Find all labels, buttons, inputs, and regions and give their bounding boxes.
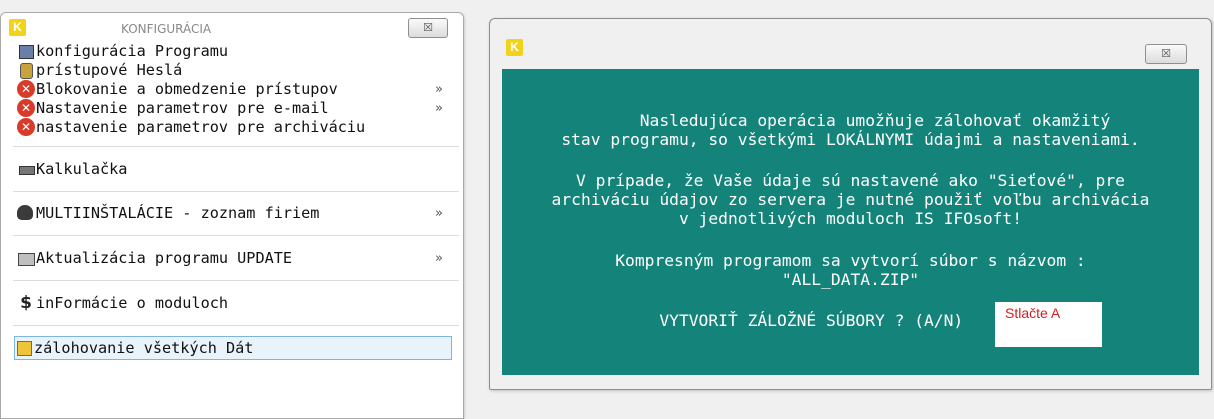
menu-item-label: MULTIINŠTALÁCIE - zoznam firiem	[36, 204, 320, 222]
dollar-icon: $	[20, 293, 32, 313]
menu-item-calculator[interactable]: Kalkulačka	[17, 158, 453, 180]
menu-divider	[13, 191, 459, 192]
key-icon	[17, 61, 35, 79]
hint-note: Stlačte A	[995, 302, 1102, 347]
menu-item-archive-settings[interactable]: ✕ nastavenie parametrov pre archiváciu	[17, 116, 453, 138]
menu-item-update[interactable]: Aktualizácia programu UPDATE »	[17, 247, 453, 269]
message-line: v jednotlivých moduloch IS IFOsoft!	[678, 209, 1023, 228]
backup-confirm-dialog: K ☒ Nasledujúca operácia umožňuje záloho…	[489, 18, 1212, 390]
menu-item-label: prístupové Heslá	[36, 61, 183, 79]
menu-item-module-info[interactable]: $ inFormácie o moduloch	[17, 292, 453, 314]
message-line: V prípade, že Vaše údaje sú nastavené ak…	[576, 171, 1125, 190]
multi-install-icon	[17, 204, 35, 222]
menu-item-label: Kalkulačka	[36, 160, 128, 178]
submenu-arrow-icon: »	[435, 205, 443, 221]
menu-item-label: Nastavenie parametrov pre e-mail	[36, 99, 329, 117]
calculator-icon	[17, 160, 35, 178]
menu-item-label: konfigurácia Programu	[36, 42, 229, 60]
message-line: Kompresným programom sa vytvorí súbor s …	[615, 251, 1086, 270]
menu-item-label: Blokovanie a obmedzenie prístupov	[36, 80, 338, 98]
config-icon	[17, 42, 35, 60]
menu-titlebar[interactable]: K KONFIGURÁCIA ☒	[1, 13, 463, 41]
menu-item-label: Aktualizácia programu UPDATE	[36, 249, 293, 267]
disabled-x-icon: ✕	[17, 118, 35, 136]
menu-divider	[13, 280, 459, 281]
menu-title: KONFIGURÁCIA	[121, 22, 212, 36]
menu-item-label: zálohovanie všetkých Dát	[34, 339, 254, 357]
archive-icon	[15, 339, 33, 357]
menu-divider	[13, 146, 459, 147]
menu-divider	[13, 235, 459, 236]
update-icon	[17, 249, 35, 267]
menu-item-backup-all-data[interactable]: zálohovanie všetkých Dát	[14, 336, 452, 360]
message-line: stav programu, so všetkými LOKÁLNYMI úda…	[561, 130, 1140, 149]
close-icon: ☒	[423, 21, 433, 34]
dialog-close-button[interactable]: ☒	[1145, 44, 1187, 64]
message-line: archiváciu údajov zo servera je nutné po…	[551, 190, 1150, 209]
menu-divider	[13, 325, 459, 326]
menu-close-button[interactable]: ☒	[408, 18, 448, 38]
menu-item-label: inFormácie o moduloch	[36, 294, 229, 312]
configuration-menu-window: K KONFIGURÁCIA ☒ konfigurácia Programu p…	[0, 12, 464, 419]
close-icon: ☒	[1161, 47, 1171, 60]
disabled-x-icon: ✕	[17, 80, 35, 98]
menu-item-label: nastavenie parametrov pre archiváciu	[36, 118, 366, 136]
submenu-arrow-icon: »	[435, 81, 443, 97]
message-line: Nasledujúca operácia umožňuje zálohovať …	[590, 111, 1111, 130]
app-logo-icon: K	[9, 19, 26, 36]
app-logo-icon: K	[506, 39, 523, 56]
submenu-arrow-icon: »	[435, 250, 443, 266]
menu-item-multi-install[interactable]: MULTIINŠTALÁCIE - zoznam firiem »	[17, 202, 453, 224]
message-line: "ALL_DATA.ZIP"	[781, 270, 920, 289]
disabled-x-icon: ✕	[17, 99, 35, 117]
submenu-arrow-icon: »	[435, 100, 443, 116]
